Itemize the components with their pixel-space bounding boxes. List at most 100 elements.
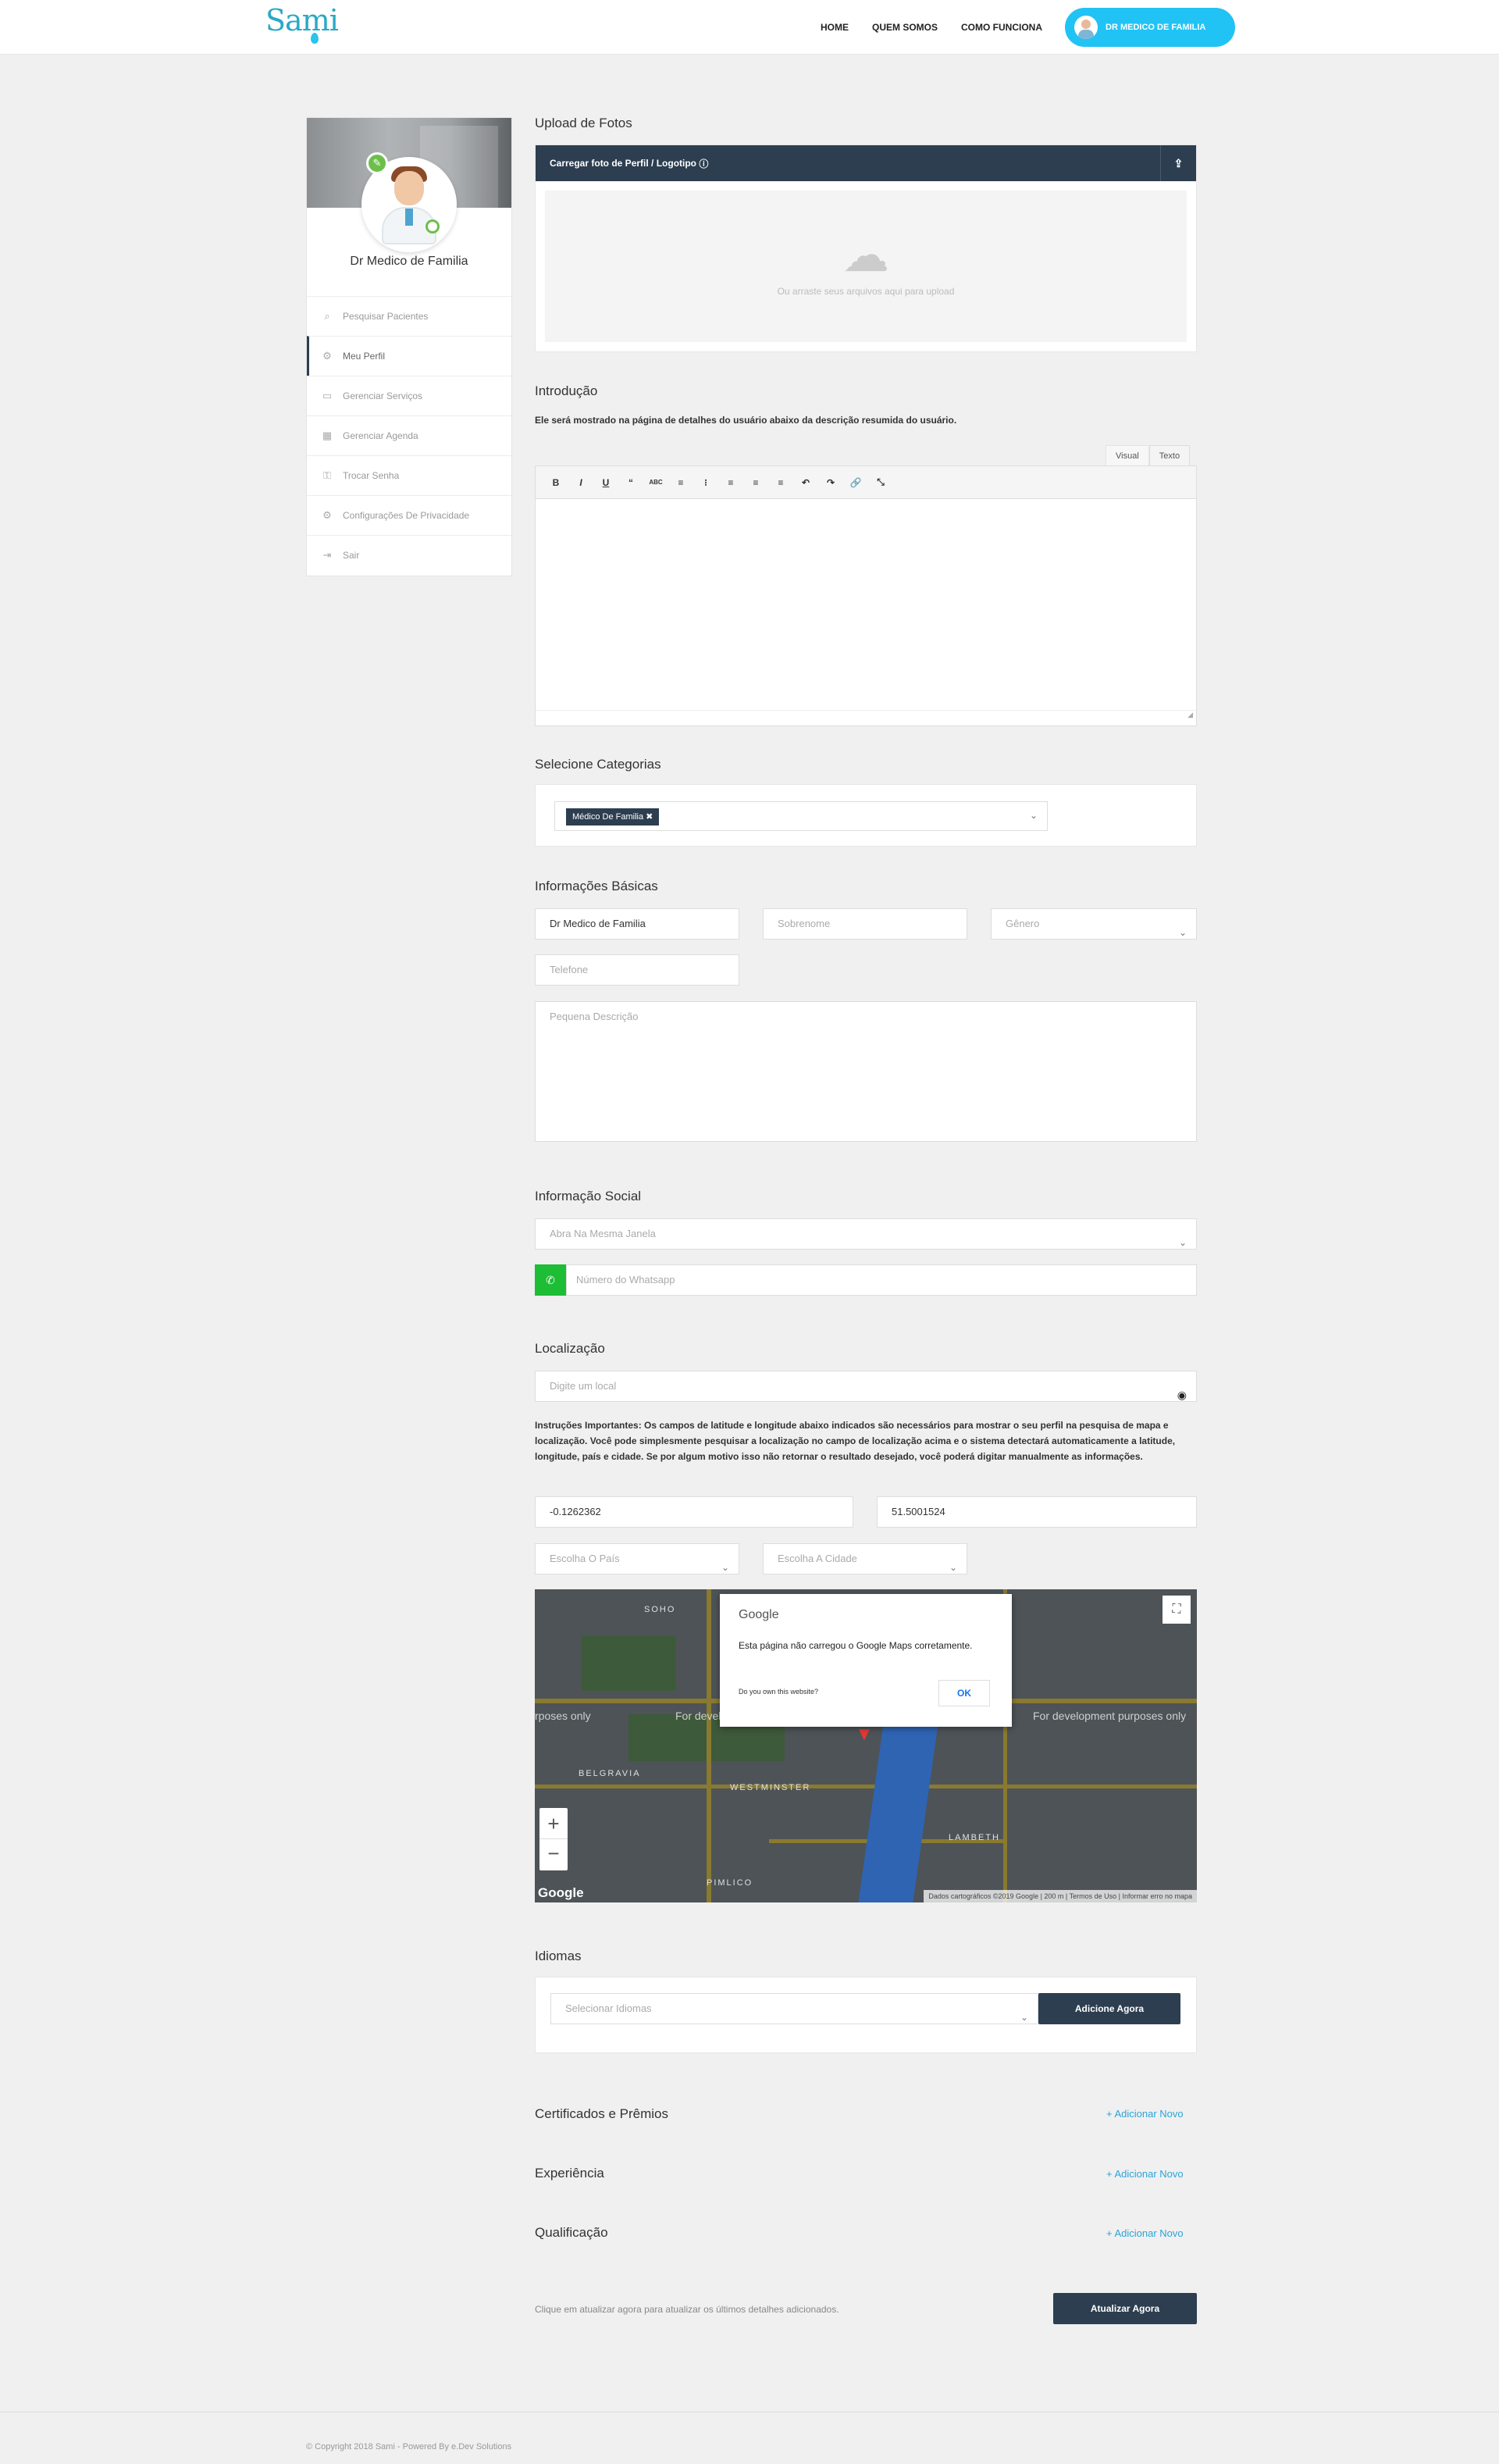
map-label: PIMLICO <box>707 1878 753 1888</box>
sami-logo[interactable]: Sami <box>265 3 339 50</box>
upload-panel: Carregar foto de Perfil / Logotipo ⓘ ⇪ ☁… <box>535 144 1197 352</box>
country-select[interactable]: Escolha O País ⌄ <box>535 1543 739 1574</box>
dialog-link[interactable]: Do you own this website? <box>739 1688 818 1696</box>
search-icon: ⌕ <box>324 310 330 322</box>
resize-handle[interactable]: ◢ <box>536 710 1196 726</box>
map-road <box>535 1785 1197 1788</box>
google-logo: Google <box>538 1885 584 1900</box>
editor-text-area[interactable] <box>536 499 1196 710</box>
copyright: © Copyright 2018 Sami - Powered By e.Dev… <box>306 2442 512 2452</box>
sidebar-item-privacidade[interactable]: ⚙ Configurações De Privacidade <box>307 495 511 535</box>
bullet-list-button[interactable]: ≡ <box>668 477 693 488</box>
align-center-button[interactable]: ≡ <box>743 477 768 488</box>
link-button[interactable]: 🔗 <box>843 477 868 488</box>
dialog-ok-button[interactable]: OK <box>938 1680 990 1706</box>
sidebar-menu: ⌕ Pesquisar Pacientes ⚙ Meu Perfil ▭ Gerenc… <box>307 296 511 575</box>
description-textarea[interactable]: Pequena Descrição <box>535 1001 1197 1142</box>
upload-header-label: Carregar foto de Perfil / Logotipo <box>550 158 697 169</box>
upload-dropzone[interactable]: ☁ Ou arraste seus arquivos aqui para upl… <box>545 191 1187 342</box>
nav-home[interactable]: HOME <box>821 22 849 33</box>
intro-note: Ele será mostrado na página de detalhes … <box>535 415 957 426</box>
zoom-out-button[interactable]: − <box>539 1839 568 1870</box>
main-nav: HOME QUEM SOMOS COMO FUNCIONA <box>821 0 1066 55</box>
remove-tag-icon[interactable]: ✖ <box>646 812 653 822</box>
align-left-button[interactable]: ≡ <box>718 477 743 488</box>
sidebar-item-meu-perfil[interactable]: ⚙ Meu Perfil <box>307 336 511 376</box>
upload-icon[interactable]: ⇪ <box>1160 145 1196 181</box>
fullscreen-icon[interactable]: ⛶ <box>1163 1596 1191 1624</box>
category-tag-label: Médico De Familia <box>572 812 644 822</box>
fullscreen-button[interactable]: ⤡ <box>868 476 893 488</box>
add-language-button[interactable]: Adicione Agora <box>1038 1993 1180 2024</box>
category-tag: Médico De Familia ✖ <box>566 808 660 825</box>
chevron-down-icon: ⌄ <box>1178 1237 1187 1248</box>
settings-icon: ⚙ <box>322 509 332 521</box>
avatar-tie <box>405 209 413 226</box>
dropzone-hint: Ou arraste seus arquivos aqui para uploa… <box>777 286 955 297</box>
intro-title: Introdução <box>535 383 598 398</box>
edit-icon[interactable]: ✎ <box>366 152 388 174</box>
map-marker-icon[interactable]: ▼ <box>855 1724 874 1745</box>
upload-title: Upload de Fotos <box>535 116 632 130</box>
sidebar-item-label: Sair <box>343 550 360 561</box>
strikethrough-button[interactable]: ABC <box>643 479 668 486</box>
categories-select[interactable]: Médico De Familia ✖ ⌄ <box>554 801 1048 831</box>
location-search-input[interactable]: Digite um local ◉ <box>535 1371 1197 1402</box>
update-button[interactable]: Atualizar Agora <box>1053 2293 1197 2324</box>
city-select[interactable]: Escolha A Cidade ⌄ <box>763 1543 967 1574</box>
redo-button[interactable]: ↷ <box>818 477 843 488</box>
sidebar-item-senha[interactable]: ⚿ Trocar Senha <box>307 455 511 495</box>
nav-como-funciona[interactable]: COMO FUNCIONA <box>961 22 1042 33</box>
sidebar-item-label: Pesquisar Pacientes <box>343 311 429 322</box>
user-menu-button[interactable]: DR MEDICO DE FAMILIA <box>1065 8 1235 47</box>
briefcase-icon: ▭ <box>322 390 333 401</box>
editor-tabs: Visual Texto <box>1106 445 1191 465</box>
quote-button[interactable]: “ <box>618 477 643 488</box>
languages-select[interactable]: Selecionar Idiomas ⌄ <box>550 1993 1038 2024</box>
italic-button[interactable]: I <box>568 477 593 488</box>
dialog-message: Esta página não carregou o Google Maps c… <box>739 1640 973 1651</box>
bold-button[interactable]: B <box>543 477 568 488</box>
key-icon: ⚿ <box>323 469 331 481</box>
city-placeholder: Escolha A Cidade <box>778 1553 857 1564</box>
tab-texto[interactable]: Texto <box>1148 445 1191 465</box>
tab-visual[interactable]: Visual <box>1106 445 1149 465</box>
dialog-brand: Google <box>739 1608 779 1621</box>
map-label: BELGRAVIA <box>579 1769 641 1778</box>
sidebar-item-servicos[interactable]: ▭ Gerenciar Serviços <box>307 376 511 415</box>
numbered-list-button[interactable]: ⁝ <box>693 477 718 488</box>
chevron-down-icon: ⌄ <box>949 1562 957 1573</box>
nav-quem-somos[interactable]: QUEM SOMOS <box>872 22 938 33</box>
underline-button[interactable]: U <box>593 477 618 488</box>
locate-icon[interactable]: ◉ <box>1177 1380 1187 1410</box>
certificates-title: Certificados e Prêmios <box>535 2106 669 2121</box>
phone-input[interactable]: Telefone <box>535 954 739 986</box>
user-name: DR MEDICO DE FAMILIA <box>1106 23 1206 32</box>
zoom-in-button[interactable]: + <box>539 1808 568 1839</box>
languages-panel: Selecionar Idiomas ⌄ Adicione Agora <box>535 1977 1197 2053</box>
longitude-input[interactable]: -0.1262362 <box>535 1496 853 1528</box>
sidebar-item-pesquisar[interactable]: ⌕ Pesquisar Pacientes <box>307 296 511 336</box>
window-target-select[interactable]: Abra Na Mesma Janela ⌄ <box>535 1218 1197 1250</box>
gender-select[interactable]: Gênero ⌄ <box>991 908 1197 940</box>
last-name-input[interactable]: Sobrenome <box>763 908 967 940</box>
add-qualification-link[interactable]: + Adicionar Novo <box>1106 2227 1184 2239</box>
intro-editor: B I U “ ABC ≡ ⁝ ≡ ≡ ≡ ↶ ↷ 🔗 ⤡ ◢ <box>535 465 1197 726</box>
sidebar-item-sair[interactable]: ⇥ Sair <box>307 535 511 575</box>
add-experience-link[interactable]: + Adicionar Novo <box>1106 2168 1184 2180</box>
upload-header: Carregar foto de Perfil / Logotipo ⓘ ⇪ <box>536 145 1196 181</box>
whatsapp-input[interactable]: Número do Whatsapp <box>566 1264 1197 1296</box>
undo-button[interactable]: ↶ <box>793 477 818 488</box>
location-title: Localização <box>535 1341 605 1356</box>
location-map[interactable]: BELGRAVIA WESTMINSTER LAMBETH PIMLICO SO… <box>535 1589 1197 1902</box>
first-name-input[interactable]: Dr Medico de Familia <box>535 908 739 940</box>
chevron-down-icon: ⌄ <box>1020 2012 1028 2023</box>
add-certificate-link[interactable]: + Adicionar Novo <box>1106 2108 1184 2120</box>
categories-panel: Médico De Familia ✖ ⌄ <box>535 784 1197 847</box>
experience-title: Experiência <box>535 2166 604 2181</box>
window-target-value: Abra Na Mesma Janela <box>550 1228 656 1239</box>
latitude-input[interactable]: 51.5001524 <box>877 1496 1197 1528</box>
map-park <box>582 1636 675 1691</box>
align-right-button[interactable]: ≡ <box>768 477 793 488</box>
sidebar-item-agenda[interactable]: ▦ Gerenciar Agenda <box>307 415 511 455</box>
